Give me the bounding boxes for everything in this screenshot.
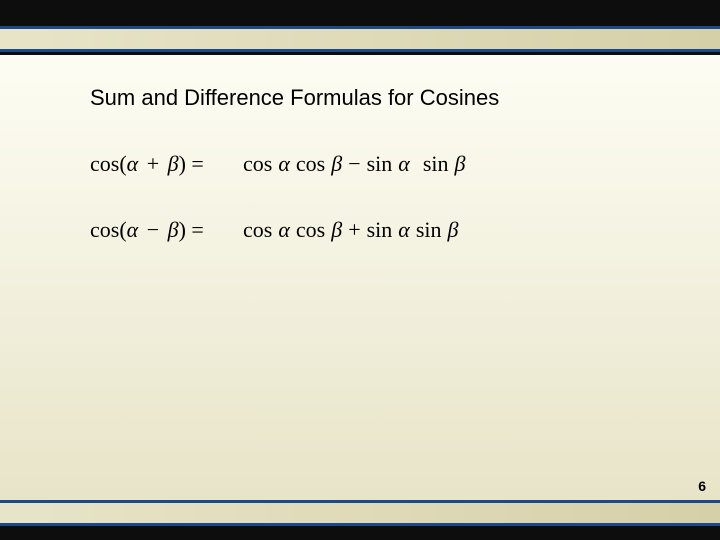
close-eq: ) = xyxy=(179,217,204,242)
beta: β xyxy=(168,217,179,242)
page-number: 6 xyxy=(698,478,706,494)
beta: β xyxy=(448,217,459,243)
op-minus: − xyxy=(348,151,360,177)
top-accent-bar xyxy=(0,26,720,52)
cos2: cos xyxy=(296,151,325,177)
sin1: sin xyxy=(367,217,393,243)
alpha: α xyxy=(127,217,139,242)
alpha: α xyxy=(398,217,410,243)
beta: β xyxy=(331,217,342,243)
slide-content: Sum and Difference Formulas for Cosines … xyxy=(0,55,720,500)
slide-title: Sum and Difference Formulas for Cosines xyxy=(90,85,630,111)
slide: Sum and Difference Formulas for Cosines … xyxy=(0,0,720,540)
fn-cos: cos( xyxy=(90,151,127,176)
alpha: α xyxy=(278,151,290,177)
beta: β xyxy=(331,151,342,177)
bottom-accent-bar xyxy=(0,500,720,526)
alpha: α xyxy=(127,151,139,176)
cos1: cos xyxy=(243,151,272,177)
lhs-sum: cos(α + β) = xyxy=(90,151,240,177)
lhs-diff: cos(α − β) = xyxy=(90,217,240,243)
cos2: cos xyxy=(296,217,325,243)
close-eq: ) = xyxy=(179,151,204,176)
cos1: cos xyxy=(243,217,272,243)
op-minus: − xyxy=(147,217,159,242)
fn-cos: cos( xyxy=(90,217,127,242)
op-plus: + xyxy=(147,151,159,176)
op-plus: + xyxy=(348,217,360,243)
formula-sum: cos(α + β) = cos α cos β − sin α sin β xyxy=(90,151,630,177)
sin1: sin xyxy=(367,151,393,177)
alpha: α xyxy=(278,217,290,243)
sin2: sin xyxy=(423,151,449,177)
beta: β xyxy=(168,151,179,176)
formula-diff: cos(α − β) = cos α cos β + sin α sin β xyxy=(90,217,630,243)
sin2: sin xyxy=(416,217,442,243)
beta: β xyxy=(455,151,466,177)
alpha: α xyxy=(398,151,410,177)
